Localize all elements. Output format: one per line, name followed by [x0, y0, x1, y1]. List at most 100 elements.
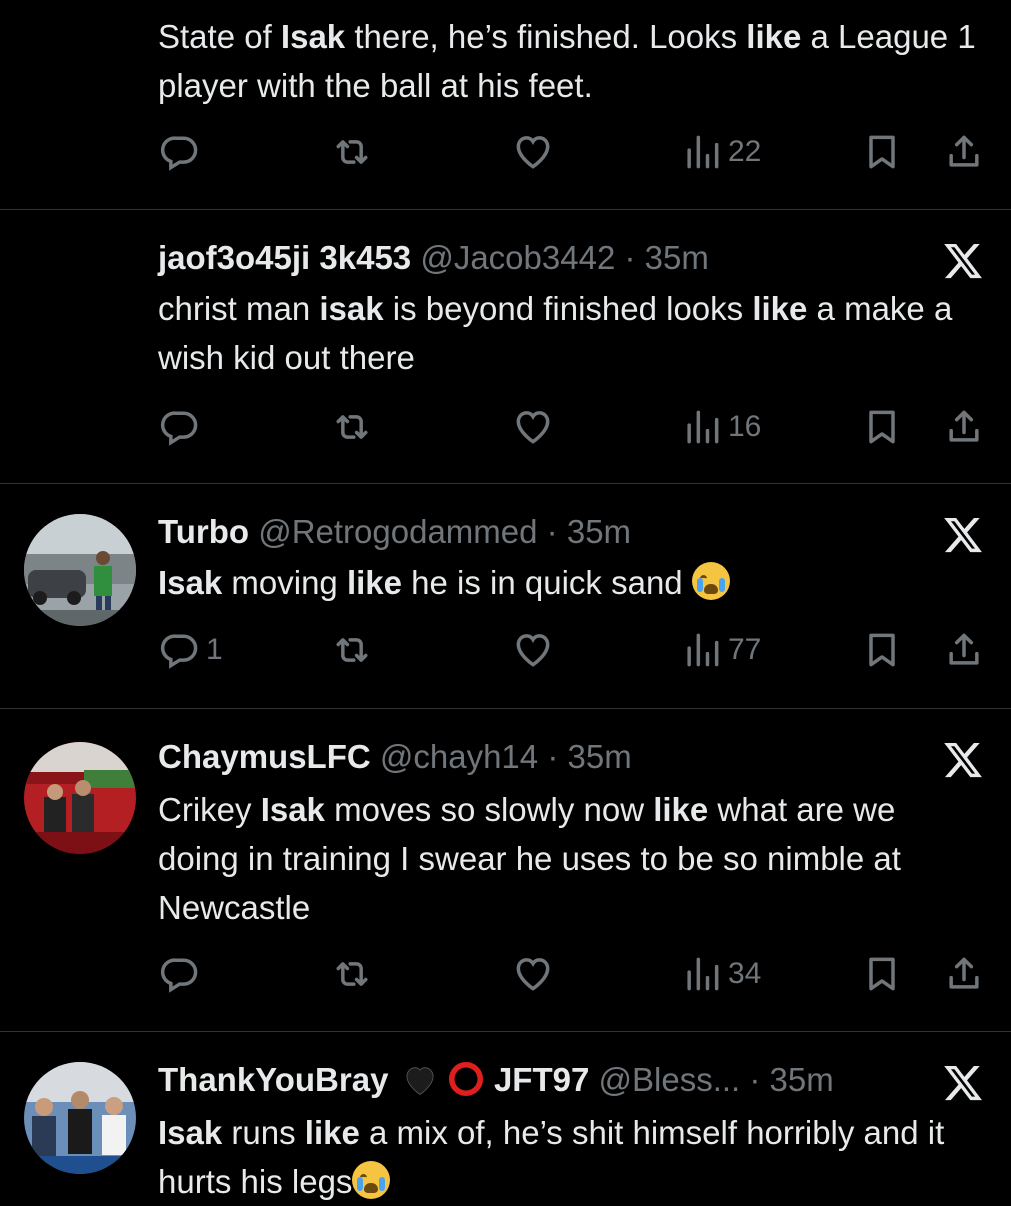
bookmark-button[interactable] — [860, 952, 904, 996]
tweet-actions: 22 — [158, 130, 988, 180]
black-heart-icon — [406, 1067, 434, 1096]
retweet-icon — [336, 638, 368, 662]
like-button[interactable] — [511, 130, 555, 174]
like-button[interactable] — [511, 628, 555, 672]
crying-emoji-icon — [691, 562, 730, 600]
highlighted-term: Isak — [158, 564, 223, 601]
tweet-actions: 16 — [158, 405, 988, 455]
bookmark-icon — [869, 633, 895, 667]
retweet-button[interactable] — [330, 405, 374, 449]
bookmark-button[interactable] — [860, 130, 904, 174]
timestamp[interactable]: 35m — [770, 1061, 834, 1098]
views-count: 34 — [728, 957, 762, 990]
views-button[interactable]: 22 — [680, 130, 761, 174]
display-name[interactable]: jaof3o45ji 3k453 — [158, 239, 411, 276]
like-icon — [516, 634, 550, 667]
highlighted-term: like — [653, 791, 709, 828]
tweet-header: jaof3o45ji 3k453 @Jacob3442 · 35m — [158, 236, 709, 280]
red-circle-icon — [448, 1061, 483, 1097]
separator: · — [749, 1061, 761, 1098]
tweet-text: christ man isak is beyond finished looks… — [158, 284, 978, 382]
share-button[interactable] — [942, 628, 986, 672]
tweet-actions: 34 — [158, 952, 988, 1002]
tweet-1[interactable]: State of Isak there, he’s finished. Look… — [0, 0, 1011, 210]
highlighted-term: Isak — [158, 1114, 223, 1151]
display-name[interactable]: ChaymusLFC — [158, 738, 371, 775]
tweet-4[interactable]: ChaymusLFC @chayh14 · 35m Crikey Isak mo… — [0, 709, 1011, 1031]
retweet-icon — [336, 415, 368, 439]
avatar[interactable] — [24, 742, 136, 854]
tweet-text: Isak runs like a mix of, he’s shit himse… — [158, 1108, 978, 1206]
tweet-text: State of Isak there, he’s finished. Look… — [158, 12, 978, 110]
reply-icon — [160, 136, 198, 171]
retweet-button[interactable] — [330, 952, 374, 996]
views-count: 77 — [728, 633, 762, 666]
x-logo-icon[interactable] — [942, 514, 984, 556]
avatar[interactable] — [24, 514, 136, 626]
tweet-header: ChaymusLFC @chayh14 · 35m — [158, 735, 632, 779]
share-icon — [949, 633, 979, 665]
share-button[interactable] — [942, 130, 986, 174]
separator: · — [624, 239, 636, 276]
highlighted-term: Isak — [260, 791, 325, 828]
display-name[interactable]: Turbo — [158, 513, 249, 550]
highlighted-term: like — [752, 290, 808, 327]
views-icon — [687, 410, 719, 444]
share-icon — [949, 957, 979, 989]
reply-button[interactable] — [158, 405, 206, 449]
tweet-5[interactable]: ThankYouBray JFT97 @Bless... · 35m Isak … — [0, 1032, 1011, 1200]
tweet-header: ThankYouBray JFT97 @Bless... · 35m — [158, 1058, 834, 1102]
handle[interactable]: @Bless... — [599, 1061, 741, 1098]
reply-button[interactable]: 1 — [158, 628, 223, 672]
timestamp[interactable]: 35m — [567, 513, 631, 550]
like-icon — [516, 411, 550, 444]
like-button[interactable] — [511, 952, 555, 996]
views-button[interactable]: 77 — [680, 628, 761, 672]
avatar[interactable] — [24, 1062, 136, 1174]
retweet-button[interactable] — [330, 628, 374, 672]
views-icon — [687, 957, 719, 991]
bookmark-button[interactable] — [860, 405, 904, 449]
text-segment: he is in quick sand — [402, 564, 692, 601]
x-logo-icon[interactable] — [942, 1062, 984, 1104]
reply-button[interactable] — [158, 130, 206, 174]
x-logo-icon[interactable] — [942, 240, 984, 282]
separator: · — [546, 513, 558, 550]
bookmark-icon — [869, 957, 895, 991]
separator: · — [547, 738, 559, 775]
tweet-2[interactable]: jaof3o45ji 3k453 @Jacob3442 · 35m christ… — [0, 210, 1011, 483]
share-icon — [949, 135, 979, 167]
handle[interactable]: @Retrogodammed — [258, 513, 537, 550]
tweet-text: Isak moving like he is in quick sand — [158, 558, 978, 607]
bookmark-icon — [869, 410, 895, 444]
handle[interactable]: @chayh14 — [380, 738, 538, 775]
display-name-suffix[interactable]: JFT97 — [494, 1061, 589, 1098]
x-logo-icon[interactable] — [942, 739, 984, 781]
highlighted-term: isak — [319, 290, 384, 327]
share-icon — [949, 410, 979, 442]
share-button[interactable] — [942, 952, 986, 996]
views-count: 22 — [728, 135, 762, 168]
display-name[interactable]: ThankYouBray — [158, 1061, 388, 1098]
timestamp[interactable]: 35m — [567, 738, 631, 775]
highlighted-term: like — [346, 564, 402, 601]
reply-button[interactable] — [158, 952, 206, 996]
highlighted-term: like — [304, 1114, 360, 1151]
views-button[interactable]: 16 — [680, 405, 761, 449]
timestamp[interactable]: 35m — [645, 239, 709, 276]
handle[interactable]: @Jacob3442 — [420, 239, 615, 276]
bookmark-button[interactable] — [860, 628, 904, 672]
text-segment: there, he’s finished. Looks — [345, 18, 747, 55]
text-segment: runs — [222, 1114, 305, 1151]
tweet-3[interactable]: Turbo @Retrogodammed · 35m Isak moving l… — [0, 484, 1011, 708]
reply-icon — [160, 634, 198, 669]
highlighted-term: like — [746, 18, 802, 55]
text-segment: is beyond finished looks — [383, 290, 753, 327]
share-button[interactable] — [942, 405, 986, 449]
like-button[interactable] — [511, 405, 555, 449]
reply-icon — [160, 958, 198, 993]
text-segment: Crikey — [158, 791, 261, 828]
like-icon — [516, 958, 550, 991]
retweet-button[interactable] — [330, 130, 374, 174]
views-button[interactable]: 34 — [680, 952, 761, 996]
